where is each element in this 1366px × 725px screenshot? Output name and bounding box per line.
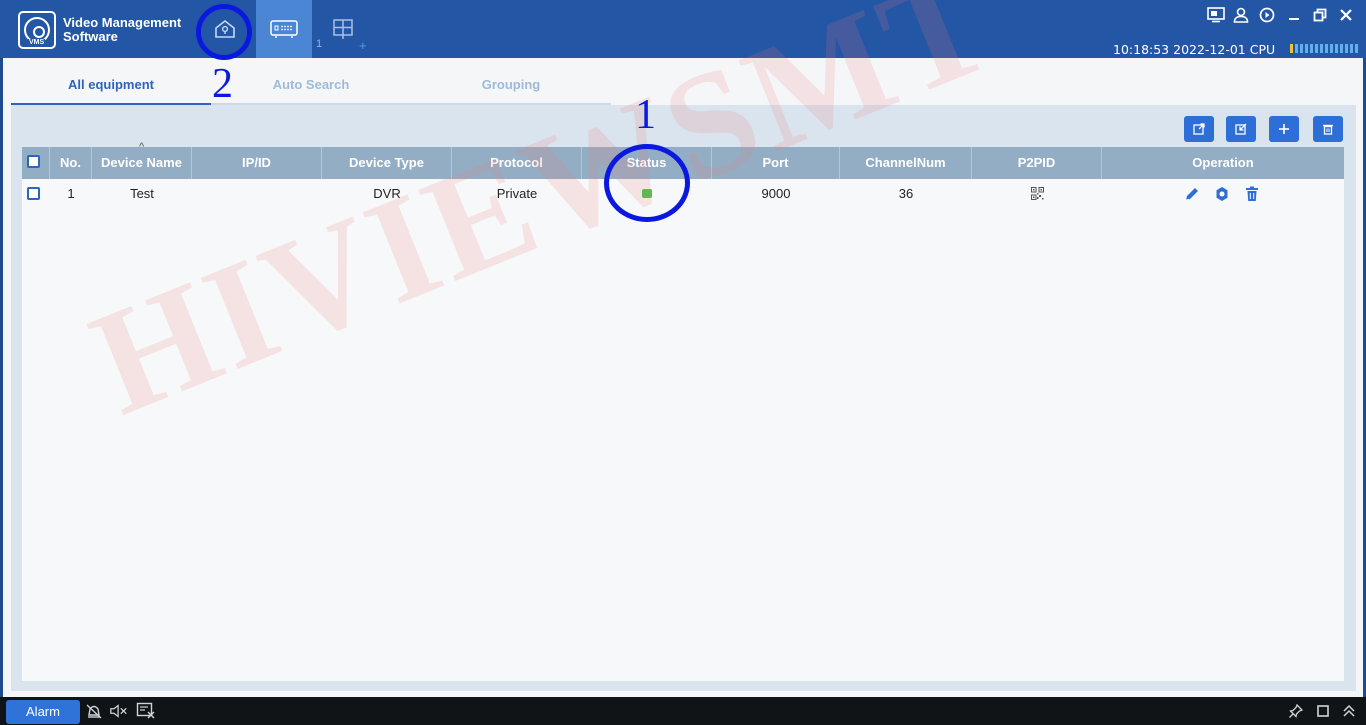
device-list-icon	[270, 20, 298, 38]
cell-status	[582, 179, 712, 209]
app-title-line1: Video Management	[63, 15, 182, 30]
table-header: No. Device Name IP/ID Device Type Protoc…	[22, 147, 1344, 179]
cell-port: 9000	[761, 186, 791, 201]
sort-indicator: ^	[139, 141, 145, 153]
cell-channel-num: 36	[898, 186, 914, 201]
bottom-bar: Alarm	[0, 697, 1366, 725]
delete-icon	[1323, 124, 1333, 135]
device-settings-button[interactable]	[1213, 185, 1231, 203]
qr-code-icon[interactable]	[1030, 186, 1044, 200]
user-icon[interactable]	[1231, 6, 1251, 24]
home-icon	[215, 19, 235, 38]
row-checkbox[interactable]	[27, 187, 40, 200]
header-p2pid[interactable]: P2PID	[972, 147, 1102, 179]
header-operation: Operation	[1192, 155, 1254, 170]
select-all-checkbox[interactable]	[27, 155, 40, 168]
add-icon	[1279, 124, 1289, 134]
app-logo: VMS	[18, 11, 56, 49]
cell-no: 1	[67, 186, 75, 201]
app-title: Video Management Software	[63, 16, 193, 44]
main-content: All equipment Auto Search Grouping No. D…	[3, 58, 1363, 697]
app-title-line2: Software	[63, 29, 118, 44]
add-device-button[interactable]	[1269, 116, 1299, 142]
header-channel-num[interactable]: ChannelNum	[840, 147, 972, 179]
add-view-tab-button[interactable]: +	[359, 38, 367, 53]
clear-alarms-icon[interactable]	[136, 702, 156, 720]
export-icon	[1193, 123, 1205, 135]
device-panel: No. Device Name IP/ID Device Type Protoc…	[11, 105, 1356, 691]
settings-icon	[1216, 187, 1228, 201]
edit-icon	[1185, 188, 1198, 201]
expand-up-icon[interactable]	[1339, 702, 1359, 720]
delete-device-button[interactable]	[1243, 185, 1261, 203]
cpu-label: CPU	[1249, 42, 1276, 57]
header-select-all	[22, 147, 50, 179]
trash-icon	[1246, 186, 1258, 201]
system-status: 10:18:53 2022-12-01 CPU	[1113, 42, 1275, 57]
pin-icon[interactable]	[1286, 702, 1306, 720]
tab-all-equipment[interactable]: All equipment	[11, 72, 211, 105]
cell-device-name: Test	[130, 186, 154, 201]
edit-device-button[interactable]	[1183, 185, 1201, 203]
delete-devices-button[interactable]	[1313, 116, 1343, 142]
title-bar: VMS Video Management Software 1 + 10:18:…	[0, 0, 1366, 58]
grid-view-icon	[333, 19, 353, 39]
close-icon[interactable]	[1336, 6, 1356, 24]
device-table: No. Device Name IP/ID Device Type Protoc…	[22, 141, 1344, 681]
cell-device-type: DVR	[373, 186, 401, 201]
cell-ip-id	[192, 179, 322, 209]
datetime-text: 10:18:53 2022-12-01	[1113, 42, 1246, 57]
header-no[interactable]: No.	[50, 147, 92, 179]
import-button[interactable]	[1226, 116, 1256, 142]
export-button[interactable]	[1184, 116, 1214, 142]
cpu-usage-bar	[1290, 44, 1358, 53]
header-ip-id[interactable]: IP/ID	[192, 147, 322, 179]
alarm-button[interactable]: Alarm	[6, 700, 80, 724]
nav-tab-devices[interactable]	[256, 0, 312, 58]
cell-protocol: Private	[496, 186, 538, 201]
restore-icon[interactable]	[1310, 6, 1330, 24]
header-port[interactable]: Port	[712, 147, 840, 179]
status-online-indicator	[642, 188, 652, 198]
alarm-bell-off-icon[interactable]	[84, 702, 104, 720]
maximize-panel-icon[interactable]	[1313, 702, 1333, 720]
logo-text: VMS	[28, 39, 46, 46]
cell-p2pid	[972, 179, 1102, 209]
header-protocol[interactable]: Protocol	[452, 147, 582, 179]
header-status[interactable]: Status	[582, 147, 712, 179]
minimize-icon[interactable]	[1284, 6, 1304, 24]
import-icon	[1235, 123, 1247, 135]
screen-icon[interactable]	[1206, 6, 1226, 24]
help-icon[interactable]	[1257, 6, 1277, 24]
mute-icon[interactable]	[109, 702, 129, 720]
nav-tab-home[interactable]	[197, 0, 253, 58]
tab-grouping[interactable]: Grouping	[411, 72, 611, 103]
tab-bar: All equipment Auto Search Grouping	[11, 72, 611, 105]
header-device-type[interactable]: Device Type	[322, 147, 452, 179]
tab-auto-search[interactable]: Auto Search	[211, 72, 411, 103]
